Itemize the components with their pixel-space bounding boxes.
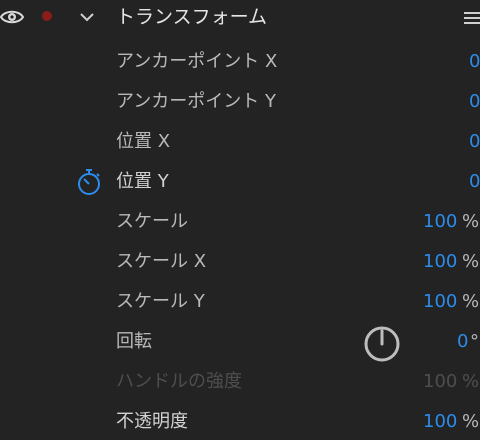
property-row-handle-strength: ハンドルの強度 100 % [0, 362, 480, 402]
hamburger-menu-icon[interactable] [464, 12, 480, 26]
property-value[interactable]: 100 [423, 410, 457, 434]
property-label: 回転 [116, 331, 152, 352]
property-label: スケール X [116, 251, 207, 272]
property-unit: % [462, 251, 480, 272]
rotation-dial-icon[interactable] [362, 324, 402, 364]
property-label: 位置 X [116, 131, 171, 152]
property-label: 位置 Y [116, 171, 169, 192]
property-row-position-y: 位置 Y 0 [0, 162, 480, 202]
property-row-scale-y: スケール Y 100 % [0, 282, 480, 322]
transform-panel: トランスフォーム アンカーポイント X 0 アンカーポイント Y 0 位置 X … [0, 0, 480, 440]
property-row-anchor-x: アンカーポイント X 0 [0, 42, 480, 82]
property-unit: % [462, 291, 480, 312]
property-label: アンカーポイント Y [116, 91, 276, 112]
property-value[interactable]: 0 [457, 330, 468, 354]
property-label: ハンドルの強度 [116, 371, 242, 392]
property-value[interactable]: 0 [469, 50, 480, 74]
property-unit: % [462, 371, 480, 392]
property-label: アンカーポイント X [116, 51, 278, 72]
property-label: スケール Y [116, 291, 205, 312]
transform-header[interactable]: トランスフォーム [0, 0, 480, 36]
property-row-scale-x: スケール X 100 % [0, 242, 480, 282]
property-row-rotation: 回転 0 ° [0, 322, 480, 362]
property-label: スケール [116, 211, 188, 232]
property-row-position-x: 位置 X 0 [0, 122, 480, 162]
property-value[interactable]: 100 [423, 210, 457, 234]
property-value[interactable]: 0 [469, 170, 480, 194]
section-title: トランスフォーム [116, 6, 268, 28]
chevron-down-icon[interactable] [78, 8, 96, 26]
property-row-anchor-y: アンカーポイント Y 0 [0, 82, 480, 122]
eye-icon[interactable] [0, 8, 24, 26]
property-unit: % [462, 211, 480, 232]
stopwatch-icon[interactable] [76, 168, 102, 196]
property-row-scale: スケール 100 % [0, 202, 480, 242]
property-value[interactable]: 100 [423, 250, 457, 274]
property-value[interactable]: 0 [469, 130, 480, 154]
property-row-opacity: 不透明度 100 % [0, 402, 480, 440]
keyframe-toggle-dot[interactable] [42, 11, 52, 21]
property-label: 不透明度 [116, 411, 188, 432]
property-value[interactable]: 0 [469, 90, 480, 114]
property-value: 100 [423, 371, 458, 392]
property-unit: ° [470, 331, 479, 352]
property-unit: % [462, 411, 480, 432]
property-value[interactable]: 100 [423, 290, 457, 314]
